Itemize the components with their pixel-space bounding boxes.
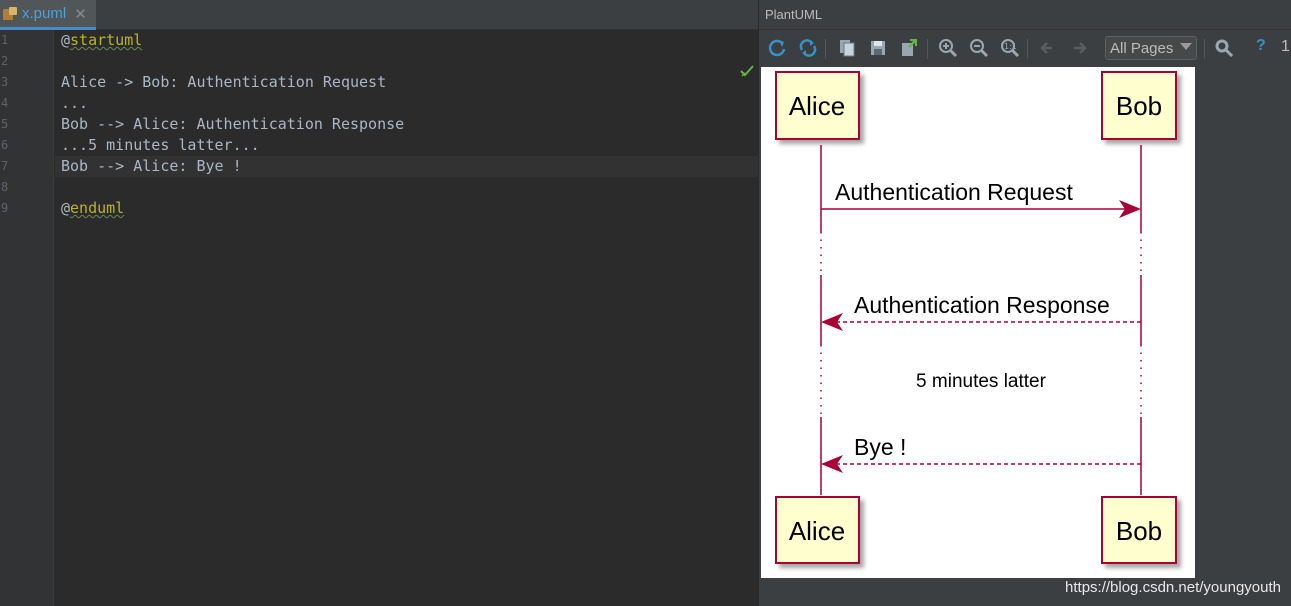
line-number: 9 [1,201,9,215]
participant-label: Bob [1116,91,1162,121]
toolbar-separator [825,39,826,59]
code-line[interactable]: Bob --> Alice: Authentication Response [61,114,404,135]
message-bye: Bye ! [821,434,1141,473]
sequence-diagram: Alice Bob Authentication Request Authent… [775,71,1177,564]
refresh-icon[interactable] [765,36,789,60]
line-number: 1 [1,33,9,47]
settings-icon[interactable] [1212,36,1236,60]
next-page-icon[interactable] [1067,36,1091,60]
line-number: 5 [1,117,9,131]
sync-icon[interactable] [796,36,820,60]
line-number: 8 [1,180,9,194]
line-number: 7 [1,159,9,173]
message-authentication-request: Authentication Request [821,179,1141,218]
line-number: 4 [1,96,9,110]
prev-page-icon[interactable] [1036,36,1060,60]
close-icon[interactable]: ✕ [74,5,87,23]
participant-bob-top: Bob [1101,71,1177,140]
svg-text:1:1: 1:1 [1004,42,1017,51]
line-number-gutter: 1 2 3 4 5 6 7 8 9 [0,30,54,606]
code-line[interactable]: Alice -> Bob: Authentication Request [61,72,386,93]
toolbar-separator [1027,39,1028,59]
message-label: Authentication Response [854,292,1110,318]
line-number: 3 [1,75,9,89]
plantuml-toolbar: 1:1 All Pages ? 1 [759,31,1291,65]
toolbar-separator [1204,39,1205,59]
tab-x-puml[interactable]: x.puml ✕ [0,0,96,30]
export-icon[interactable] [897,36,921,60]
help-button[interactable]: ? [1256,37,1266,55]
participant-label: Bob [1116,516,1162,546]
toolbar-overflow-label: 1 [1281,38,1290,55]
message-label: Bye ! [854,434,906,460]
line-number: 6 [1,138,9,152]
watermark: https://blog.csdn.net/youngyouth [1065,579,1281,596]
participant-alice-top: Alice [775,71,860,140]
delay-label: 5 minutes latter [916,371,1047,392]
copy-icon[interactable] [835,36,859,60]
diagram-canvas: Alice Bob Authentication Request Authent… [761,67,1195,578]
participant-bob-bottom: Bob [1101,496,1177,564]
page-select-value: All Pages [1110,40,1174,57]
participant-alice-bottom: Alice [775,496,860,564]
zoom-in-icon[interactable] [936,36,960,60]
participant-label: Alice [789,516,845,546]
code-line[interactable]: @startuml [61,30,142,51]
tab-title: x.puml [22,5,67,22]
checkmark-icon [740,65,754,77]
code-line[interactable]: ... [61,93,88,114]
editor-tab-bar: x.puml ✕ [0,0,758,30]
zoom-actual-icon[interactable]: 1:1 [998,36,1022,60]
puml-file-icon [2,6,20,22]
code-line[interactable]: @enduml [61,198,124,219]
chevron-down-icon [1180,43,1192,50]
message-label: Authentication Request [835,179,1073,205]
save-icon[interactable] [866,36,890,60]
toolbar-separator [927,39,928,59]
code-editor[interactable]: x.puml ✕ 1 2 3 4 5 6 7 8 9 @startuml Ali… [0,0,758,606]
line-number: 2 [1,54,9,68]
zoom-out-icon[interactable] [967,36,991,60]
plantuml-panel: PlantUML 1:1 All Pages ? 1 Alice Bob Aut… [758,0,1291,606]
code-area[interactable]: @startuml Alice -> Bob: Authentication R… [55,30,758,606]
panel-header: PlantUML [759,0,1291,30]
panel-title: PlantUML [765,7,823,22]
message-authentication-response: Authentication Response [821,292,1141,331]
participant-label: Alice [789,91,845,121]
code-line[interactable]: ...5 minutes latter... [61,135,260,156]
page-select[interactable]: All Pages [1105,36,1197,60]
code-line[interactable]: Bob --> Alice: Bye ! [61,156,242,177]
